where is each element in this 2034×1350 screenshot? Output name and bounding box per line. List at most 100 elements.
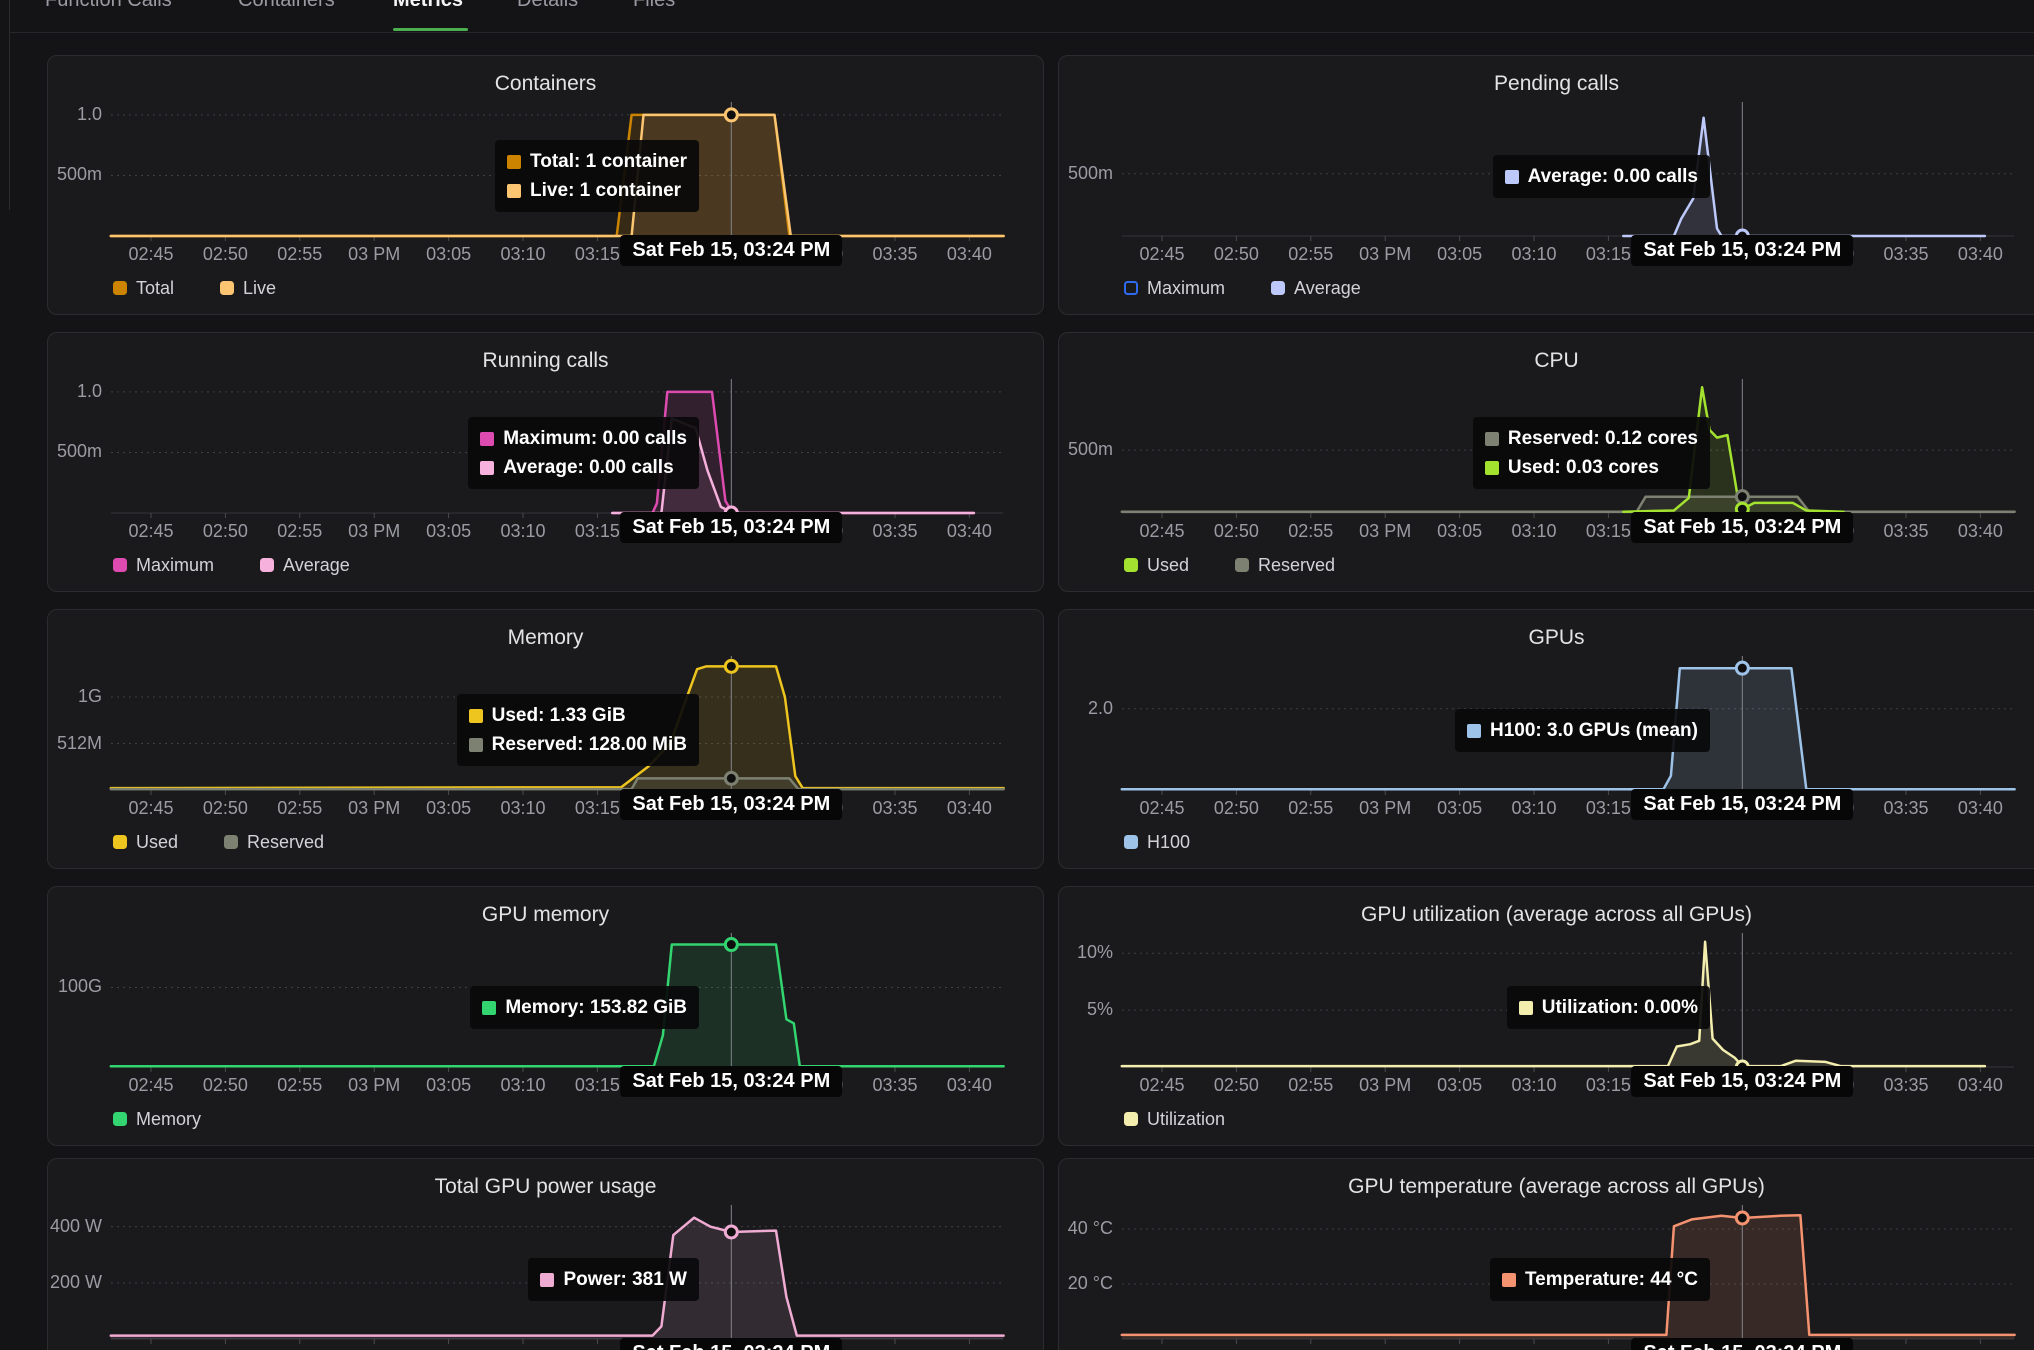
x-axis-label: 03:40 [927,798,1011,819]
tooltip-row: Maximum: 0.00 calls [480,424,687,453]
legend-item-average[interactable]: Average [1271,278,1361,299]
legend-item-live[interactable]: Live [220,278,276,299]
swatch-icon [1124,558,1138,572]
tab-files[interactable]: Files [633,0,675,13]
x-axis-label: 03:05 [1418,1075,1502,1096]
tooltip-value: Temperature: 44 °C [1525,1269,1698,1291]
metrics-dashboard: Function Calls Containers Metrics Details Fi… [0,0,2034,1350]
tooltip-row: H100: 3.0 GPUs (mean) [1467,716,1698,745]
crosshair-date-tooltip: Sat Feb 15, 03:24 PM [620,1066,842,1097]
legend-item-average[interactable]: Average [260,555,350,576]
tooltip-value: Power: 381 W [563,1269,687,1291]
chart-legend: Total Live [113,274,276,302]
legend-item-h100[interactable]: H100 [1124,832,1190,853]
total-gpu-power-usage-plot-area[interactable] [48,1159,1045,1350]
legend-label: Used [136,832,178,853]
chart-card-gpu-memory: GPU memory100G02:4502:5002:5503 PM03:050… [47,886,1044,1146]
tooltip-row: Average: 0.00 calls [1505,162,1698,191]
x-axis-label: 03:40 [927,244,1011,265]
x-axis-label: 02:50 [183,1075,267,1096]
x-axis-label: 03:40 [1938,798,2022,819]
series-swatch [480,461,494,475]
tab-containers[interactable]: Containers [238,0,335,13]
x-axis-label: 02:55 [258,1075,342,1096]
chart-card-containers: Containers1.0500m02:4502:5002:5503 PM03:… [47,55,1044,315]
legend-label: Memory [136,1109,201,1130]
series-swatch [480,432,494,446]
legend-label: Reserved [1258,555,1335,576]
x-axis-label: 03:10 [1492,1075,1576,1096]
tooltip-value: Used: 1.33 GiB [492,705,626,727]
legend-item-maximum[interactable]: Maximum [1124,278,1225,299]
x-axis-label: 03:10 [1492,521,1576,542]
tooltip-row: Power: 381 W [540,1265,687,1294]
x-axis-label: 03:35 [853,521,937,542]
x-axis-label: 02:45 [109,244,193,265]
tooltip-row: Utilization: 0.00% [1519,993,1698,1022]
series-swatch [1519,1001,1533,1015]
legend-label: Total [136,278,174,299]
chart-legend: Maximum Average [113,551,350,579]
tooltip-value: Total: 1 container [530,151,687,173]
chart-card-gpu-temperature-average-across-all-gpus: GPU temperature (average across all GPUs… [1058,1158,2034,1350]
tooltip-value: Utilization: 0.00% [1542,997,1698,1019]
tooltip-row: Live: 1 container [507,176,687,205]
x-axis-label: 03:40 [927,521,1011,542]
x-axis-label: 02:50 [1194,244,1278,265]
tooltip-value: Live: 1 container [530,180,681,202]
chart-legend: Maximum Average [1124,274,1361,302]
legend-item-total[interactable]: Total [113,278,174,299]
x-axis-label: 03:10 [481,1075,565,1096]
x-axis-label: 03:40 [1938,1075,2022,1096]
legend-item-reserved[interactable]: Reserved [1235,555,1335,576]
x-axis-label: 02:55 [258,521,342,542]
x-axis-label: 02:55 [258,798,342,819]
series-swatch [507,184,521,198]
x-axis-label: 03:35 [1864,1075,1948,1096]
swatch-icon [1235,558,1249,572]
legend-item-maximum[interactable]: Maximum [113,555,214,576]
x-axis-label: 03:40 [927,1075,1011,1096]
swatch-icon [224,835,238,849]
x-axis-label: 03:40 [1938,521,2022,542]
series-tooltip: Memory: 153.82 GiB [470,986,699,1029]
swatch-icon [1271,281,1285,295]
active-tab-underline [393,28,468,31]
x-axis-label: 03:10 [481,521,565,542]
gpu-temperature-average-across-all-gpus-plot-area[interactable] [1059,1159,2034,1350]
x-axis-label: 03:35 [853,244,937,265]
tooltip-value: H100: 3.0 GPUs (mean) [1490,720,1698,742]
tab-details[interactable]: Details [517,0,578,13]
chart-legend: H100 [1124,828,1190,856]
chart-card-total-gpu-power-usage: Total GPU power usage400 W200 W02:4502:5… [47,1158,1044,1350]
crosshair-date-tooltip: Sat Feb 15, 03:24 PM [620,235,842,266]
tooltip-row: Used: 1.33 GiB [469,701,687,730]
legend-label: Maximum [1147,278,1225,299]
legend-item-used[interactable]: Used [1124,555,1189,576]
chart-card-cpu: CPU500m02:4502:5002:5503 PM03:0503:1003:… [1058,332,2034,592]
series-swatch [1505,170,1519,184]
legend-item-memory[interactable]: Memory [113,1109,201,1130]
series-tooltip: Maximum: 0.00 callsAverage: 0.00 calls [468,417,699,489]
legend-item-used[interactable]: Used [113,832,178,853]
swatch-icon [113,558,127,572]
series-swatch [469,709,483,723]
x-axis-label: 02:55 [258,244,342,265]
x-axis-label: 03:40 [1938,244,2022,265]
swatch-icon [113,281,127,295]
series-tooltip: Used: 1.33 GiBReserved: 128.00 MiB [457,694,699,766]
x-axis-label: 03 PM [332,244,416,265]
legend-item-reserved[interactable]: Reserved [224,832,324,853]
swatch-icon [113,1112,127,1126]
x-axis-label: 03:35 [1864,244,1948,265]
x-axis-label: 02:50 [183,798,267,819]
series-tooltip: Utilization: 0.00% [1507,986,1710,1029]
tab-metrics[interactable]: Metrics [393,0,463,13]
tab-function-calls[interactable]: Function Calls [45,0,172,13]
chart-card-gpu-utilization-average-across-all-gpus: GPU utilization (average across all GPUs… [1058,886,2034,1146]
swatch-icon [1124,1112,1138,1126]
x-axis-label: 03:35 [853,798,937,819]
chart-legend: Utilization [1124,1105,1225,1133]
legend-item-utilization[interactable]: Utilization [1124,1109,1225,1130]
series-swatch [507,155,521,169]
